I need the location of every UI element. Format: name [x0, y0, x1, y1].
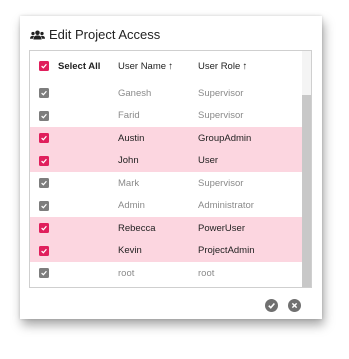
sort-arrow-icon: ↑: [168, 60, 174, 72]
user-role-cell: User: [198, 155, 219, 167]
row-checkbox[interactable]: [39, 155, 49, 166]
user-role-cell: Supervisor: [198, 110, 244, 122]
row-checkbox[interactable]: [39, 88, 49, 99]
close-circle-icon: [291, 302, 298, 309]
user-name-cell: Ganesh: [118, 87, 152, 99]
select-all-label: Select All: [58, 60, 101, 72]
sort-user-role[interactable]: User Role ↑: [198, 61, 278, 72]
scrollbar-thumb[interactable]: [302, 95, 311, 287]
table-row[interactable]: root root: [30, 262, 302, 285]
row-checkbox[interactable]: [39, 223, 49, 234]
table-row[interactable]: Austin GroupAdmin: [30, 127, 302, 150]
edit-project-access-dialog: Edit Project Access Select All User Name…: [20, 16, 322, 319]
sort-user-name[interactable]: User Name ↑: [118, 61, 198, 72]
table-row[interactable]: Admin Administrator: [30, 195, 302, 218]
user-name-header: User Name: [118, 60, 167, 72]
select-all-checkbox[interactable]: [39, 61, 49, 71]
dialog-title-text: Edit Project Access: [49, 27, 161, 42]
dialog-title: Edit Project Access: [30, 27, 160, 42]
user-name-cell: Admin: [118, 200, 145, 212]
user-name-cell: Rebecca: [118, 222, 156, 234]
confirm-button[interactable]: [265, 299, 278, 312]
table-header: Select All User Name ↑ User Role ↑: [30, 51, 302, 81]
table-row[interactable]: Farid Supervisor: [30, 105, 302, 128]
user-role-header: User Role: [198, 60, 241, 72]
row-checkbox[interactable]: [39, 110, 49, 121]
user-name-cell: Farid: [118, 110, 140, 122]
row-checkbox[interactable]: [39, 178, 49, 189]
table-row[interactable]: Kevin ProjectAdmin: [30, 239, 302, 262]
user-role-cell: Supervisor: [198, 177, 244, 189]
table-row[interactable]: Mark Supervisor: [30, 172, 302, 195]
user-role-cell: GroupAdmin: [198, 132, 252, 144]
table-row[interactable]: John User: [30, 149, 302, 172]
row-checkbox[interactable]: [39, 200, 49, 211]
users-icon: [30, 30, 45, 39]
user-name-cell: root: [118, 267, 135, 279]
user-name-cell: Kevin: [118, 245, 142, 257]
check-circle-icon: [268, 302, 275, 309]
cancel-button[interactable]: [288, 299, 301, 312]
sort-arrow-icon: ↑: [242, 60, 248, 72]
user-name-cell: Austin: [118, 132, 145, 144]
user-role-cell: root: [198, 267, 215, 279]
user-role-cell: PowerUser: [198, 222, 245, 234]
user-name-cell: John: [118, 155, 139, 167]
user-access-table: Select All User Name ↑ User Role ↑ Ganesh S…: [29, 50, 312, 288]
user-role-cell: Administrator: [198, 200, 254, 212]
table-row[interactable]: Ganesh Supervisor: [30, 82, 302, 105]
user-name-cell: Mark: [118, 177, 140, 189]
vertical-scrollbar[interactable]: [302, 51, 311, 287]
row-checkbox[interactable]: [39, 245, 49, 256]
user-role-cell: ProjectAdmin: [198, 245, 255, 257]
table-row[interactable]: Rebecca PowerUser: [30, 217, 302, 240]
row-checkbox[interactable]: [39, 133, 49, 144]
user-role-cell: Supervisor: [198, 87, 244, 99]
row-checkbox[interactable]: [39, 268, 49, 279]
